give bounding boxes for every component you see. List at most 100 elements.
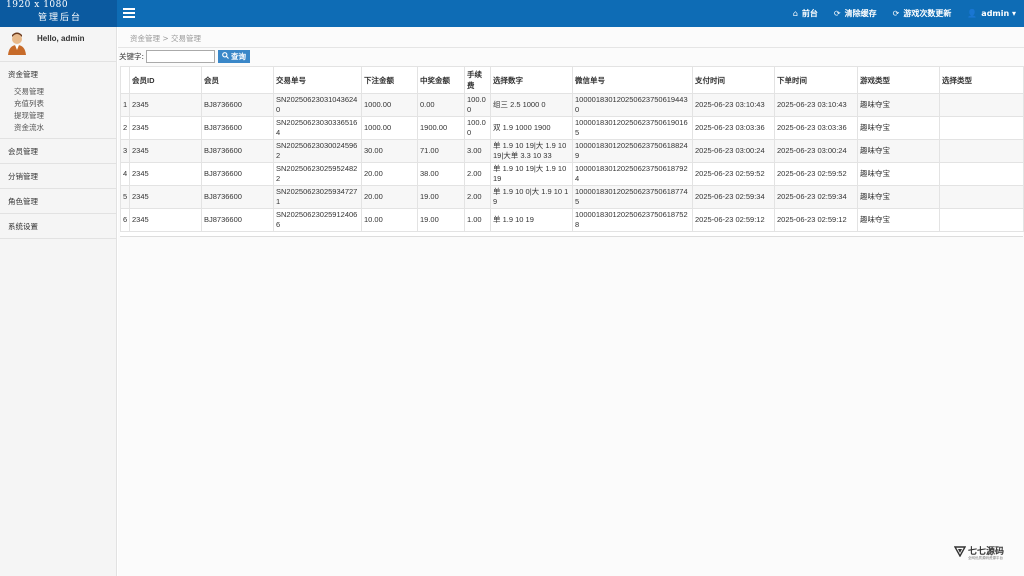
transactions-table-wrap: 会员ID 会员 交易单号 下注金额 中奖金额 手续费 选择数字 微信单号 支付时… <box>120 66 1024 237</box>
column-header: 会员ID <box>129 66 202 94</box>
table-cell: 2025-06-23 03:10:43 <box>774 93 858 117</box>
table-cell: 100.00 <box>464 93 491 117</box>
table-cell: 双 1.9 1000 1900 <box>490 116 573 140</box>
table-cell: 0.00 <box>417 93 465 117</box>
table-cell: 2025-06-23 02:59:34 <box>774 185 858 209</box>
table-body: 1 2345 BJ8736600 SN202506230310436240 1000.0… <box>120 93 1024 232</box>
table-cell: 2025-06-23 02:59:52 <box>692 162 775 186</box>
table-cell: 2345 <box>129 93 202 117</box>
table-cell: SN202506230259524822 <box>273 162 362 186</box>
column-header: 交易单号 <box>273 66 362 94</box>
column-header: 游戏类型 <box>857 66 940 94</box>
search-button-label: 查询 <box>231 52 247 61</box>
table-cell: 38.00 <box>417 162 465 186</box>
column-header <box>120 66 130 94</box>
divider <box>118 47 1024 48</box>
brand[interactable]: 1920 x 1080 管理后台 <box>0 0 117 27</box>
table-cell: 2025-06-23 03:10:43 <box>692 93 775 117</box>
table-cell: 2.00 <box>464 185 491 209</box>
table-cell: 1000018301202506237506187924 <box>572 162 693 186</box>
table-cell: BJ8736600 <box>201 162 274 186</box>
search-button[interactable]: 查询 <box>218 50 251 63</box>
table-cell: 1000.00 <box>361 116 418 140</box>
table-cell: 2025-06-23 02:59:34 <box>692 185 775 209</box>
refresh-icon: ⟳ <box>892 9 900 18</box>
table-cell: 趣味夺宝 <box>857 162 940 186</box>
logo-icon <box>954 546 966 557</box>
table-cell: BJ8736600 <box>201 93 274 117</box>
table-cell: BJ8736600 <box>201 116 274 140</box>
table-cell: SN202506230300245962 <box>273 139 362 163</box>
table-cell: 20.00 <box>361 185 418 209</box>
table-cell: 4 <box>120 162 130 186</box>
menu-distribution[interactable]: 分销管理 <box>0 164 116 188</box>
sidebar-item-recharge-list[interactable]: 充值列表 <box>0 98 116 110</box>
table-cell: 2345 <box>129 116 202 140</box>
nav-frontend-link[interactable]: ⌂ 前台 <box>793 8 818 19</box>
home-icon: ⌂ <box>792 9 798 18</box>
sidebar-item-withdrawals[interactable]: 提现管理 <box>0 110 116 122</box>
table-cell: SN202506230310436240 <box>273 93 362 117</box>
user-dropdown-label: admin ▾ <box>981 9 1016 18</box>
table-cell: 1900.00 <box>417 116 465 140</box>
brand-resolution: 1920 x 1080 <box>6 0 69 10</box>
table-cell: 71.00 <box>417 139 465 163</box>
column-header: 微信单号 <box>572 66 693 94</box>
table-cell: 1 <box>120 93 130 117</box>
menu-group-distribution: 分销管理 <box>0 164 116 189</box>
sidebar-item-fund-flow[interactable]: 资金流水 <box>0 122 116 134</box>
menu-settings[interactable]: 系统设置 <box>0 214 116 238</box>
table-cell: 19.00 <box>417 185 465 209</box>
table-cell: BJ8736600 <box>201 185 274 209</box>
table-cell: 组三 2.5 1000 0 <box>490 93 573 117</box>
column-header: 选择数字 <box>490 66 573 94</box>
menu-finance[interactable]: 资金管理 <box>0 62 116 86</box>
table-cell: SN202506230303365164 <box>273 116 362 140</box>
user-dropdown[interactable]: 👤 admin ▾ <box>967 9 1016 18</box>
table-cell: 单 1.9 10 19 <box>490 208 573 232</box>
table-row: 3 2345 BJ8736600 SN202506230300245962 30.00 7… <box>120 139 1024 163</box>
table-cell <box>939 208 1024 232</box>
search-icon <box>222 52 229 61</box>
table-cell: 2025-06-23 03:03:36 <box>774 116 858 140</box>
menu-toggle-icon[interactable] <box>123 8 135 18</box>
submenu-finance: 交易管理 充值列表 提现管理 资金流水 <box>0 86 116 138</box>
table-cell: 2345 <box>129 208 202 232</box>
table-cell: 5 <box>120 185 130 209</box>
nav-game-count-update-link[interactable]: ⟳ 游戏次数更新 <box>893 8 952 19</box>
search-bar: 关键字: 查询 <box>119 50 251 63</box>
column-header: 手续费 <box>464 66 491 94</box>
table-cell: 3.00 <box>464 139 491 163</box>
table-cell: 20.00 <box>361 162 418 186</box>
table-cell <box>939 185 1024 209</box>
table-cell: 单 1.9 10 19|大 1.9 10 19 <box>490 162 573 186</box>
menu-roles[interactable]: 角色管理 <box>0 189 116 213</box>
table-cell: 6 <box>120 208 130 232</box>
nav-clear-cache-link[interactable]: ⟳ 清除缓存 <box>834 8 877 19</box>
table-cell: 3 <box>120 139 130 163</box>
top-navbar: 1920 x 1080 管理后台 ⌂ 前台 ⟳ 清除缓存 ⟳ 游戏次数更新 👤 … <box>0 0 1024 27</box>
table-cell: 2345 <box>129 185 202 209</box>
nav-game-count-update-label: 游戏次数更新 <box>903 9 952 18</box>
menu-members[interactable]: 会员管理 <box>0 139 116 163</box>
search-input[interactable] <box>146 50 216 63</box>
table-row: 4 2345 BJ8736600 SN202506230259524822 20.00 3… <box>120 162 1024 186</box>
sidebar-item-transactions[interactable]: 交易管理 <box>0 86 116 98</box>
table-cell: 30.00 <box>361 139 418 163</box>
table-cell <box>939 139 1024 163</box>
table-cell: 1000018301202506237506190165 <box>572 116 693 140</box>
table-cell <box>939 93 1024 117</box>
column-header: 支付时间 <box>692 66 775 94</box>
table-cell: 2025-06-23 02:59:12 <box>692 208 775 232</box>
nav-clear-cache-label: 清除缓存 <box>844 9 877 18</box>
menu-group-roles: 角色管理 <box>0 189 116 214</box>
breadcrumb: 资金管理 > 交易管理 <box>130 34 202 43</box>
column-header: 下单时间 <box>774 66 858 94</box>
table-cell: BJ8736600 <box>201 208 274 232</box>
table-cell: 100.00 <box>464 116 491 140</box>
column-header: 会员 <box>201 66 274 94</box>
table-row: 1 2345 BJ8736600 SN202506230310436240 1000.0… <box>120 93 1024 117</box>
table-cell: 单 1.9 10 0|大 1.9 10 19 <box>490 185 573 209</box>
column-header: 选择类型 <box>939 66 1024 94</box>
table-cell: 趣味夺宝 <box>857 93 940 117</box>
